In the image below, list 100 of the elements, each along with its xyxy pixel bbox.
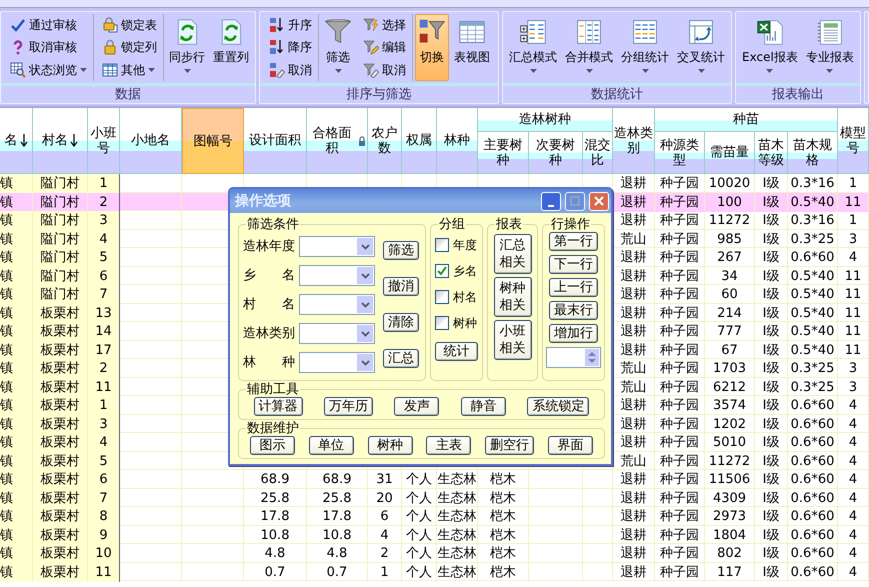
table-cell: 板栗村 <box>33 526 88 545</box>
table-cell: 退耕 <box>613 192 655 212</box>
table-cell: 1 <box>368 562 402 582</box>
table-cell: 镇 <box>0 304 33 323</box>
table-cell: 镇 <box>0 396 33 416</box>
table-cell: 板栗村 <box>33 544 88 564</box>
table-cell: 9 <box>88 526 120 545</box>
table-cell: 5 <box>88 452 120 471</box>
table-cell: 镇 <box>0 526 33 545</box>
table-cell: 11 <box>88 562 120 582</box>
table-cell: 镇 <box>0 452 33 471</box>
table-cell: 镇 <box>0 414 33 434</box>
table-cell: 种子园 <box>655 192 705 212</box>
table-cell: 板栗村 <box>33 433 88 452</box>
table-cell: 镇 <box>0 230 33 249</box>
table-cell: 镇 <box>0 488 33 508</box>
table-cell: 0.7 <box>244 562 307 582</box>
table-cell: 镇 <box>0 285 33 304</box>
table-cell: Ⅰ级 <box>755 562 788 582</box>
table-cell: 隘门村 <box>33 285 88 304</box>
table-cell: 板栗村 <box>33 322 88 342</box>
table-cell: 板栗村 <box>33 304 88 323</box>
table-cell: 7 <box>88 488 120 508</box>
table-cell: 板栗村 <box>33 396 88 416</box>
table-cell: 板栗村 <box>33 488 88 508</box>
table-cell: 3 <box>88 414 120 434</box>
table-cell: 种子园 <box>655 562 705 582</box>
table-cell: 镇 <box>0 211 33 230</box>
table-cell: 3 <box>88 211 120 230</box>
group-label: 报表输出 <box>736 83 860 103</box>
table-cell: 1 <box>88 174 120 194</box>
column-group-header: 造林树种 <box>478 108 613 132</box>
table-cell: 个人 <box>402 562 437 582</box>
table-cell: 7 <box>88 285 120 304</box>
table-cell: 13 <box>88 304 120 323</box>
group-title: 分组 <box>438 217 466 232</box>
field-label: 林种 <box>243 354 295 372</box>
table-cell: 镇 <box>0 433 33 452</box>
table-cell: 10 <box>88 544 120 564</box>
table-cell: 镇 <box>0 378 33 397</box>
field-label: 造林类别 <box>243 324 295 343</box>
table-cell: 镇 <box>0 470 33 490</box>
group-title: 筛选条件 <box>246 217 300 232</box>
table-cell: 隘门村 <box>33 211 88 230</box>
table-cell: 板栗村 <box>33 470 88 490</box>
checkbox-label: 乡名 <box>453 263 478 280</box>
table-cell: 11 <box>88 378 120 397</box>
table-cell: Ⅰ级 <box>755 192 788 212</box>
group-title: 数据维护 <box>246 421 300 436</box>
table-cell: 0.6*60 <box>788 562 838 582</box>
table-cell: 4 <box>838 562 869 582</box>
table-cell: 隘门村 <box>33 230 88 249</box>
checkbox-label: 树种 <box>453 315 478 332</box>
table-cell: 镇 <box>0 248 33 268</box>
table-cell: 板栗村 <box>33 452 88 471</box>
table-cell: 4 <box>88 230 120 249</box>
table-cell: 板栗村 <box>33 340 88 360</box>
group-label: 数据 <box>1 83 255 103</box>
table-cell: 隘门村 <box>33 174 88 194</box>
field-label: 乡名 <box>243 266 295 285</box>
table-cell: 镇 <box>0 507 33 526</box>
table-cell: 镇 <box>0 266 33 286</box>
column-group-header: 种苗 <box>655 108 838 132</box>
table-cell: 镇 <box>0 174 33 194</box>
table-cell: 6 <box>88 470 120 490</box>
group-title: 报表 <box>495 217 524 232</box>
table-cell: 1 <box>88 396 120 416</box>
table-cell: 2 <box>88 359 120 378</box>
table-cell: 退耕 <box>613 562 655 582</box>
group-label: 数据统计 <box>503 83 731 103</box>
field-label: 村名 <box>243 296 295 314</box>
table-cell: 117 <box>705 562 755 582</box>
table-cell: 0.7 <box>307 562 368 582</box>
table-cell: 镇 <box>0 340 33 360</box>
table-cell: 8 <box>88 507 120 526</box>
group-title: 辅助工具 <box>246 382 300 397</box>
table-cell: 镇 <box>0 192 33 212</box>
table-cell: 4 <box>88 433 120 452</box>
table-cell: 镇 <box>0 544 33 564</box>
field-label: 造林年度 <box>243 238 295 256</box>
table-cell: 板栗村 <box>33 359 88 378</box>
table-cell: 镇 <box>0 359 33 378</box>
table-cell: 隘门村 <box>33 192 88 212</box>
table-cell: 2 <box>88 192 120 212</box>
table-cell: 14 <box>88 322 120 342</box>
table-cell: 隘门村 <box>33 248 88 268</box>
checkbox-label: 村名 <box>453 289 478 306</box>
group-title: 行操作 <box>550 217 592 232</box>
table-cell: 17 <box>88 340 120 360</box>
table-cell: 镇 <box>0 562 33 582</box>
table-cell: 6 <box>88 266 120 286</box>
table-cell: 5 <box>88 248 120 268</box>
group-label: 排序与筛选 <box>260 83 498 103</box>
table-cell: 生态林 <box>437 562 478 582</box>
table-cell: 桤木 <box>478 562 529 582</box>
table-cell: 板栗村 <box>33 562 88 582</box>
table-cell: 板栗村 <box>33 414 88 434</box>
dialog-title: 操作选项 <box>235 192 291 210</box>
table-cell: 镇 <box>0 322 33 342</box>
table-cell: 板栗村 <box>33 378 88 397</box>
